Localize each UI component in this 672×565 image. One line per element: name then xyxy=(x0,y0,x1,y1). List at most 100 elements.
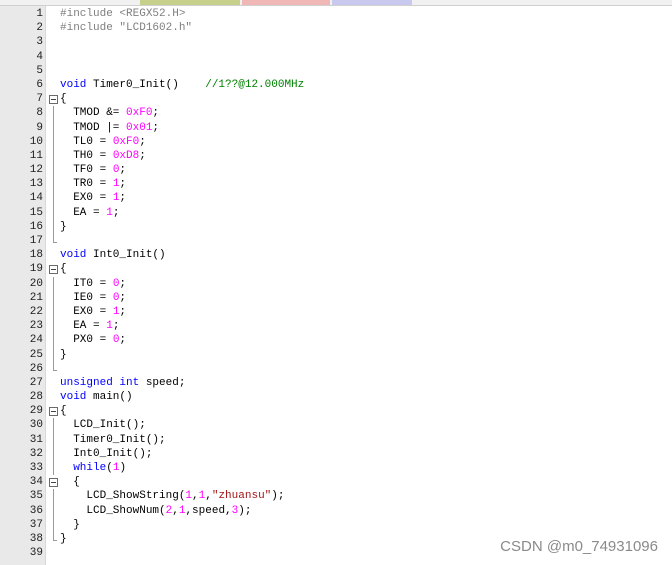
code-text: LCD_Init(); xyxy=(60,418,146,432)
code-line[interactable]: 26 xyxy=(0,361,672,376)
code-text: #include <REGX52.H> xyxy=(60,7,185,21)
line-number: 16 xyxy=(29,220,43,233)
code-line[interactable]: 22 EX0 = 1; xyxy=(0,304,672,320)
fold-guide xyxy=(47,177,58,192)
code-line[interactable]: 20 IT0 = 0; xyxy=(0,276,672,291)
fold-guide xyxy=(47,276,58,291)
code-line[interactable]: 19 { xyxy=(0,262,672,276)
code-token: LCD_ShowNum( xyxy=(60,504,166,517)
file-tab-bar xyxy=(0,0,672,6)
fold-guide xyxy=(47,418,58,433)
code-text: void main() xyxy=(60,390,133,404)
code-token: TMOD |= xyxy=(60,121,127,134)
fold-collapse-icon[interactable] xyxy=(47,475,58,489)
line-number: 36 xyxy=(29,504,43,517)
code-token: 1 xyxy=(106,320,113,333)
code-token: { xyxy=(60,263,67,276)
code-line[interactable]: 31 Timer0_Init(); xyxy=(0,432,672,448)
code-text: EX0 = 1; xyxy=(60,305,126,319)
file-tab-3[interactable] xyxy=(242,0,330,5)
code-token: LCD_Init(); xyxy=(60,419,146,432)
fold-guide xyxy=(47,304,58,320)
code-line[interactable]: 29 { xyxy=(0,404,672,418)
line-number: 34 xyxy=(29,476,43,489)
code-line[interactable]: 10 TL0 = 0xF0; xyxy=(0,134,672,150)
code-token: Timer0_Init(); xyxy=(60,433,166,446)
line-number: 28 xyxy=(29,391,43,404)
code-line[interactable]: 32 Int0_Init(); xyxy=(0,446,672,462)
code-line[interactable]: 2 #include "LCD1602.h" xyxy=(0,21,672,35)
code-token: { xyxy=(60,476,80,489)
code-token: ; xyxy=(152,121,160,134)
code-text: #include "LCD1602.h" xyxy=(60,21,192,35)
code-line[interactable]: 15 EA = 1; xyxy=(0,205,672,221)
code-editor[interactable]: 1 #include <REGX52.H> 2 #include "LCD1602.h… xyxy=(0,7,672,560)
code-token: unsigned int xyxy=(60,376,140,389)
code-line[interactable]: 11 TH0 = 0xD8; xyxy=(0,148,672,164)
code-line[interactable]: 23 EA = 1; xyxy=(0,319,672,334)
code-line[interactable]: 5 xyxy=(0,64,672,78)
code-line[interactable]: 34 { xyxy=(0,475,672,489)
code-token: void xyxy=(60,391,87,404)
file-tab-4[interactable] xyxy=(332,0,412,5)
line-number: 14 xyxy=(29,192,43,205)
code-line[interactable]: 8 TMOD &= 0xF0; xyxy=(0,106,672,121)
line-number: 38 xyxy=(29,532,43,545)
code-token: { xyxy=(60,93,67,106)
file-tab-2[interactable] xyxy=(140,0,240,5)
code-text: { xyxy=(60,262,67,276)
code-text: while(1) xyxy=(60,461,126,475)
code-text: PX0 = 0; xyxy=(60,333,126,347)
code-line[interactable]: 37 } xyxy=(0,517,672,533)
code-line[interactable]: 12 TF0 = 0; xyxy=(0,163,672,178)
code-line[interactable]: 7{ xyxy=(0,92,672,106)
code-line[interactable]: 27 unsigned int speed; xyxy=(0,376,672,390)
code-token: 0xD8 xyxy=(112,149,140,162)
code-line[interactable]: 9 TMOD |= 0x01; xyxy=(0,120,672,135)
code-line[interactable]: 36 LCD_ShowNum(2,1,speed,3); xyxy=(0,503,672,518)
fold-collapse-icon[interactable] xyxy=(47,92,58,106)
code-token: , xyxy=(172,504,179,517)
code-text: EA = 1; xyxy=(60,319,119,333)
code-line[interactable]: 25} xyxy=(0,347,672,362)
code-line[interactable]: 14 EX0 = 1; xyxy=(0,191,672,206)
code-line[interactable]: 13 TR0 = 1; xyxy=(0,177,672,192)
code-line[interactable]: 24 PX0 = 0; xyxy=(0,333,672,348)
code-token: ; xyxy=(119,334,127,347)
fold-collapse-icon[interactable] xyxy=(47,262,58,276)
code-line[interactable]: 1 #include <REGX52.H> xyxy=(0,7,672,21)
code-line[interactable]: 33 while(1) xyxy=(0,461,672,476)
code-token: ; xyxy=(119,164,127,177)
line-number: 1 xyxy=(36,8,43,20)
code-token: EA = xyxy=(60,320,107,333)
code-token: } xyxy=(60,348,67,361)
fold-guide xyxy=(47,106,58,121)
code-line[interactable]: 16} xyxy=(0,219,672,235)
code-line[interactable]: 18 void Int0_Init() xyxy=(0,248,672,262)
code-line[interactable]: 28 void main() xyxy=(0,390,672,404)
code-token: ,speed, xyxy=(185,504,232,517)
code-token: 0x01 xyxy=(126,121,153,134)
code-token: } xyxy=(60,518,80,531)
code-text: } xyxy=(60,220,67,234)
code-token: speed; xyxy=(139,376,186,389)
fold-guide xyxy=(47,191,58,206)
code-line[interactable]: 17 xyxy=(0,234,672,248)
line-number: 21 xyxy=(29,291,43,304)
code-token: ; xyxy=(119,178,127,191)
code-line[interactable]: 30 LCD_Init(); xyxy=(0,418,672,433)
line-number: 37 xyxy=(29,518,43,531)
code-token: , xyxy=(205,490,212,503)
fold-collapse-icon[interactable] xyxy=(47,404,58,418)
code-line[interactable]: 35 LCD_ShowString(1,1,"zhuansu"); xyxy=(0,489,672,504)
code-line[interactable]: 4 xyxy=(0,50,672,64)
line-number: 6 xyxy=(36,78,43,91)
fold-guide xyxy=(47,205,58,221)
code-text: TMOD &= 0xF0; xyxy=(60,106,159,120)
code-token: EX0 = xyxy=(60,305,113,318)
line-number: 7 xyxy=(36,93,43,106)
code-line[interactable]: 21 IE0 = 0; xyxy=(0,290,672,306)
code-line[interactable]: 3 xyxy=(0,35,672,49)
code-token: ( xyxy=(106,462,113,474)
code-line[interactable]: 6 void Timer0_Init() //1??@12.000MHz xyxy=(0,78,672,92)
